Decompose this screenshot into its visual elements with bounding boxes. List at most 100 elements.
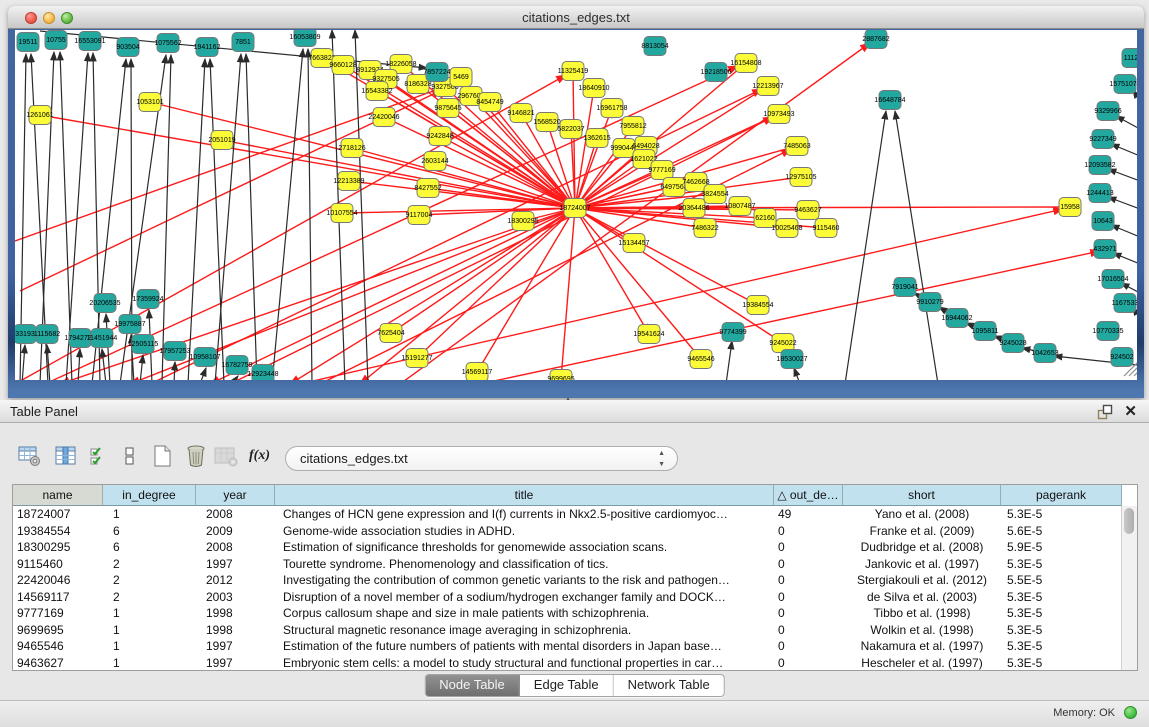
table-cell: 5.5E-5 xyxy=(1001,572,1122,589)
table-cell: 14569117 xyxy=(13,589,103,606)
table-row[interactable]: 1938455462009Genome-wide association stu… xyxy=(13,523,1122,540)
column-header-out_de[interactable]: △ out_de… xyxy=(774,485,843,506)
column-header-pagerank[interactable]: pagerank xyxy=(1001,485,1122,506)
vertical-scrollbar[interactable] xyxy=(1121,506,1137,670)
graph-node-label: 9465546 xyxy=(687,356,714,363)
graph-node-label: 7485063 xyxy=(783,143,810,150)
tab-node-table[interactable]: Node Table xyxy=(425,675,520,696)
table-cell: 2008 xyxy=(196,506,275,523)
delete-table-icon[interactable] xyxy=(184,444,208,468)
graph-node-label: 5822037 xyxy=(557,126,584,133)
table-cell: Disruption of a novel member of a sodium… xyxy=(275,589,774,606)
graph-node-label: 9875645 xyxy=(434,105,461,112)
memory-status-indicator[interactable] xyxy=(1124,706,1137,719)
float-panel-icon[interactable] xyxy=(1097,404,1113,420)
graph-node-label: 19218506 xyxy=(700,69,731,76)
table-row[interactable]: 2242004622012Investigating the contribut… xyxy=(13,572,1122,589)
table-row[interactable]: 1872400712008Changes of HCN gene express… xyxy=(13,506,1122,523)
column-header-year[interactable]: year xyxy=(196,485,275,506)
table-cell: 18300295 xyxy=(13,539,103,556)
table-cell: 2008 xyxy=(196,539,275,556)
graph-node-label: 18530027 xyxy=(776,356,807,363)
graph-node-label: 9227349 xyxy=(1089,136,1116,143)
graph-node-label: 19975887 xyxy=(114,321,145,328)
table-cell: Estimation of significance thresholds fo… xyxy=(275,539,774,556)
graph-node-label: 10755 xyxy=(46,37,66,44)
graph-node-label: 18724007 xyxy=(559,205,590,212)
table-row[interactable]: 969969511998Structural magnetic resonanc… xyxy=(13,622,1122,639)
table-cell: 5.3E-5 xyxy=(1001,556,1122,573)
graph-node-label: 1115682 xyxy=(34,331,60,338)
table-cell: Tibbo et al. (1998) xyxy=(843,605,1001,622)
window-titlebar[interactable]: citations_edges.txt xyxy=(8,6,1144,29)
graph-node-label: 9117004 xyxy=(406,212,433,219)
graph-node-label: 3824554 xyxy=(701,191,728,198)
graph-node-label: 10107554 xyxy=(326,210,357,217)
select-rows-icon[interactable] xyxy=(88,444,112,468)
table-cell: 1997 xyxy=(196,638,275,655)
tab-edge-table[interactable]: Edge Table xyxy=(520,675,614,696)
network-canvas[interactable]: 1872400776638229660128891297418226058932… xyxy=(15,30,1137,380)
graph-node-label: 8454749 xyxy=(476,99,503,106)
graph-node-label: 5469 xyxy=(453,74,469,81)
table-tabs: Node TableEdge TableNetwork Table xyxy=(424,674,725,697)
table-toolbar: f(x) citations_edges.txt ▲▼ xyxy=(0,438,1149,478)
table-row[interactable]: 946554611997Estimation of the future num… xyxy=(13,638,1122,655)
column-header-title[interactable]: title xyxy=(275,485,774,506)
graph-node-label: 17359924 xyxy=(132,296,163,303)
scrollbar-thumb[interactable] xyxy=(1124,508,1134,534)
table-cell: 5.3E-5 xyxy=(1001,589,1122,606)
table-cell: Franke et al. (2009) xyxy=(843,523,1001,540)
function-builder-icon[interactable]: f(x) xyxy=(249,444,273,468)
table-cell: Wolkin et al. (1998) xyxy=(843,622,1001,639)
table-row[interactable]: 946362711997Embryonic stem cells: a mode… xyxy=(13,655,1122,672)
table-settings-icon[interactable] xyxy=(18,444,42,468)
graph-node-label: 1167533 xyxy=(1112,300,1137,307)
table-row[interactable]: 1830029562008Estimation of significance … xyxy=(13,539,1122,556)
table-row[interactable]: 1456911722003Disruption of a novel membe… xyxy=(13,589,1122,606)
column-header-in_degree[interactable]: in_degree xyxy=(103,485,196,506)
graph-node-label: 15751074 xyxy=(1109,81,1137,88)
graph-node-label: 11120 xyxy=(1124,55,1137,62)
table-cell: 0 xyxy=(774,556,843,573)
table-cell: Stergiakouli et al. (2012) xyxy=(843,572,1001,589)
graph-node-label: 62160 xyxy=(755,215,775,222)
table-cell: 0 xyxy=(774,572,843,589)
table-row[interactable]: 911546021997Tourette syndrome. Phenomeno… xyxy=(13,556,1122,573)
row-height-icon[interactable] xyxy=(122,444,146,468)
graph-node-label: 20206535 xyxy=(89,300,120,307)
graph-node-label: 18640910 xyxy=(578,85,609,92)
column-header-name[interactable]: name xyxy=(13,485,103,506)
graph-node-label: 1362615 xyxy=(583,135,610,142)
column-header-short[interactable]: short xyxy=(843,485,1001,506)
table-cell: 19384554 xyxy=(13,523,103,540)
table-cell: Corpus callosum shape and size in male p… xyxy=(275,605,774,622)
show-columns-icon[interactable] xyxy=(54,444,78,468)
table-row[interactable]: 977716911998Corpus callosum shape and si… xyxy=(13,605,1122,622)
table-cell: 5.9E-5 xyxy=(1001,539,1122,556)
table-cell: 1997 xyxy=(196,556,275,573)
table-cell: 2009 xyxy=(196,523,275,540)
graph-node-label: 7486322 xyxy=(691,225,718,232)
table-selector-dropdown[interactable]: citations_edges.txt ▲▼ xyxy=(285,446,678,471)
new-table-icon[interactable] xyxy=(151,444,175,468)
close-panel-icon[interactable]: ✕ xyxy=(1124,402,1137,420)
graph-node-label: 12093582 xyxy=(1084,162,1115,169)
table-cell: 9463627 xyxy=(13,655,103,672)
table-cell: 2 xyxy=(103,572,196,589)
table-cell: Dudbridge et al. (2008) xyxy=(843,539,1001,556)
graph-node-label: 12213389 xyxy=(333,178,364,185)
graph-node-label: 8813054 xyxy=(641,43,668,50)
table-cell: 6 xyxy=(103,539,196,556)
table-cell: 22420046 xyxy=(13,572,103,589)
table-cell: de Silva et al. (2003) xyxy=(843,589,1001,606)
tab-network-table[interactable]: Network Table xyxy=(614,675,724,696)
graph-node-label: 33193 xyxy=(15,331,35,338)
graph-node-label: 1075562 xyxy=(154,40,181,47)
table-cell: Hescheler et al. (1997) xyxy=(843,655,1001,672)
graph-node-label: 10807487 xyxy=(724,203,755,210)
table-panel-title: Table Panel xyxy=(10,404,78,419)
graph-node-label: 432971 xyxy=(1093,246,1116,253)
table-cell: 2012 xyxy=(196,572,275,589)
graph-node-label: 6494028 xyxy=(632,143,659,150)
